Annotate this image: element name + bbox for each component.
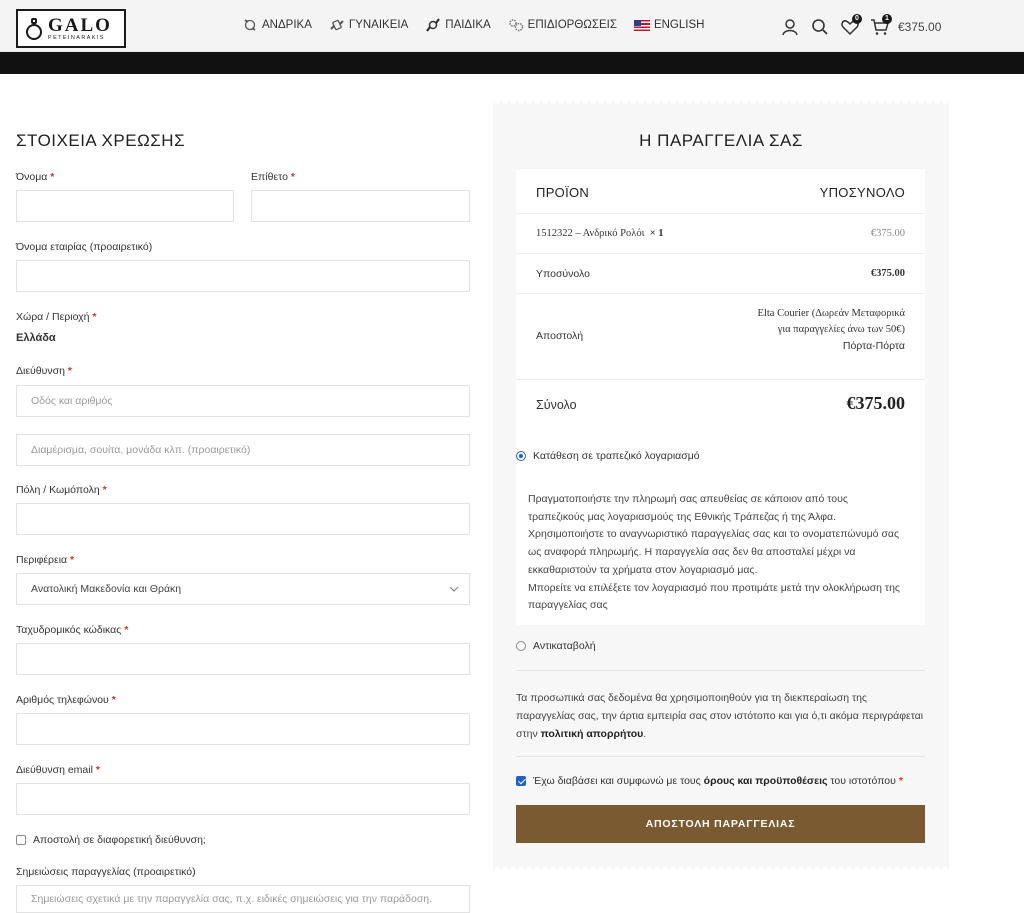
company-label: Όνομα εταιρίας (προαιρετικό) [16,241,153,253]
nav-label: ΓΥΝΑΙΚΕΙΑ [348,19,409,31]
company-field[interactable] [16,260,470,292]
privacy-policy-link[interactable]: πολιτική απορρήτου [541,728,644,740]
col-subtotal-header: ΥΠΟΣΥΝΟΛΟ [819,185,905,200]
shipping-label: Αποστολή [536,330,584,342]
desc-line: Μπορείτε να επιλέξετε τον λογαριασμό που… [528,581,900,594]
header-tools: 0 1 €375.00 [780,14,941,37]
divider [516,756,925,757]
watch-logo-icon [24,16,44,42]
desc-line: ως αναφορά πληρωμής. Η παραγγελία σας δε… [528,546,856,559]
order-title: Η ΠΑΡΑΓΓΕΛΙΑ ΣΑΣ [639,131,803,150]
user-icon[interactable] [780,17,800,37]
terms-option[interactable]: Έχω διαβάσει και συμφωνώ με τους όρους κ… [516,775,903,787]
cart-total[interactable]: €375.00 [898,20,941,34]
total-value: €375.00 [846,393,906,413]
country-label: Χώρα / Περιοχή * [16,311,97,323]
cod-label: Αντικαταβολή [533,640,596,652]
order-item-price: €375.00 [870,228,905,239]
watch-icon [242,18,258,32]
terms-checkbox[interactable] [516,776,526,787]
nav-label: ΑΝΔΡΙΚΑ [262,19,312,31]
order-review: Η ΠΑΡΑΓΓΕΛΙΑ ΣΑΣ ΠΡΟΪΟΝ ΥΠΟΣΥΝΟΛΟ 151232… [493,101,949,870]
terms-link[interactable]: όρους και προϋποθέσεις [704,775,828,787]
nav-item-english[interactable]: ENGLISH [633,19,705,31]
ship-different-option[interactable]: Αποστολή σε διαφορετική διεύθυνση; [16,834,206,846]
city-label: Πόλη / Κωμόπολη * [16,484,107,496]
search-icon[interactable] [810,17,830,37]
main-nav: ΑΝΔΡΙΚΑ ΓΥΝΑΙΚΕΙΑ ΠΑΙΔΙΚΑ ΕΠΙΔΙΟΡΘΩΣΕΙΣ … [242,18,721,32]
email-field[interactable] [16,783,470,815]
region-select[interactable]: Ανατολική Μακεδονία και Θράκη [16,573,470,605]
address-field[interactable]: Οδός και αριθμός [16,385,470,417]
desc-line: εκκαθαριστούν τα χρήματα στον λογαριασμό… [528,563,758,576]
total-label: Σύνολο [536,398,577,412]
privacy-text: Τα προσωπικά σας δεδομένα θα χρησιμοποιη… [516,692,924,740]
order-notes-field[interactable]: Σημειώσεις σχετικά με την παραγγελία σας… [16,885,470,913]
kids-watch-icon [425,18,441,32]
first-name-label: Όνομα * [16,171,55,183]
total-row: Σύνολο €375.00 [516,380,925,432]
wishlist-count-badge: 0 [852,14,862,24]
wishlist-icon[interactable]: 0 [840,14,862,37]
phone-field[interactable] [16,713,470,745]
logo-text: GALO [48,14,112,36]
ship-different-label: Αποστολή σε διαφορετική διεύθυνση; [33,834,206,846]
notes-label: Σημειώσεις παραγγελίας (προαιρετικό) [16,866,196,878]
desc-line: παραγγελίας σας [528,599,608,612]
cart-icon[interactable]: 1 [870,14,892,37]
subtotal-value: €375.00 [870,268,905,279]
first-name-field[interactable] [16,190,234,222]
table-row: 1512322 – Ανδρικό Ρολόι × 1 €375.00 [516,214,925,254]
email-label: Διεύθυνση email * [16,764,100,776]
postcode-label: Ταχυδρομικός κώδικας * [16,624,129,636]
country-value: Ελλάδα [16,332,56,344]
logo-subtext: PETEINARAKIS [48,34,105,41]
address2-field[interactable]: Διαμέρισμα, σουίτα, μονάδα κλπ. (προαιρε… [16,434,470,466]
site-logo[interactable]: GALO PETEINARAKIS [16,9,126,48]
ship-different-checkbox[interactable] [16,835,26,846]
postcode-field[interactable] [16,643,470,675]
nav-label: ΕΠΙΔΙΟΡΘΩΣΕΙΣ [527,19,617,31]
desc-line: Πραγματοποιήστε την πληρωμή σας απευθεία… [528,493,848,505]
site-header: GALO PETEINARAKIS ΑΝΔΡΙΚΑ ΓΥΝΑΙΚΕΙΑ ΠΑΙΔ… [0,0,1024,52]
place-order-button[interactable]: ΑΠΟΣΤΟΛΗ ΠΑΡΑΓΓΕΛΙΑΣ [516,805,925,843]
phone-label: Αριθμός τηλεφώνου * [16,694,116,706]
last-name-label: Επίθετο * [251,171,295,183]
header-black-bar [0,52,1024,74]
region-value: Ανατολική Μακεδονία και Θράκη [31,583,182,595]
col-product-header: ΠΡΟΪΟΝ [536,185,590,200]
address-label: Διεύθυνση * [16,365,72,377]
nav-item-men[interactable]: ΑΝΔΡΙΚΑ [242,18,312,32]
subtotal-label: Υποσύνολο [536,268,590,280]
region-label: Περιφέρεια * [16,554,75,566]
billing-title: ΣΤΟΙΧΕΙΑ ΧΡΕΩΣΗΣ [16,131,186,150]
bank-transfer-radio[interactable] [516,451,526,462]
desc-line: Χρησιμοποιήστε το αναγνωριστικό παραγγελ… [528,528,900,541]
table-header-row: ΠΡΟΪΟΝ ΥΠΟΣΥΝΟΛΟ [516,169,925,214]
chevron-down-icon [449,584,459,594]
bank-transfer-description: Πραγματοποιήστε την πληρωμή σας απευθεία… [516,477,925,625]
gears-icon [508,18,524,32]
subtotal-row: Υποσύνολο €375.00 [516,254,925,294]
shipping-row: Αποστολή Elta Courier (Δωρεάν Μεταφορικά… [516,294,925,380]
shipping-method: Elta Courier (Δωρεάν Μεταφορικά για παρα… [757,308,905,352]
nav-label: ENGLISH [653,19,705,31]
bank-transfer-label: Κατάθεση σε τραπεζικό λογαριασμό [533,450,700,462]
nav-item-women[interactable]: ΓΥΝΑΙΚΕΙΑ [329,18,408,32]
cart-count-badge: 1 [882,14,892,24]
us-flag-icon [633,19,650,31]
desc-line: τραπεζικούς μας λογαριασμούς της Εθνικής… [528,510,837,523]
last-name-field[interactable] [251,190,470,222]
cod-radio[interactable] [516,641,526,652]
payment-bank-transfer[interactable]: Κατάθεση σε τραπεζικό λογαριασμό [516,450,700,462]
city-field[interactable] [16,503,470,535]
divider [516,670,925,671]
payment-cod[interactable]: Αντικαταβολή [516,640,596,652]
nav-label: ΠΑΙΔΙΚΑ [445,19,491,31]
nav-item-repairs[interactable]: ΕΠΙΔΙΟΡΘΩΣΕΙΣ [508,18,617,32]
bracelet-icon [329,18,345,32]
nav-item-kids[interactable]: ΠΑΙΔΙΚΑ [425,18,491,32]
order-item-name: 1512322 – Ανδρικό Ρολόι × 1 [536,228,664,239]
